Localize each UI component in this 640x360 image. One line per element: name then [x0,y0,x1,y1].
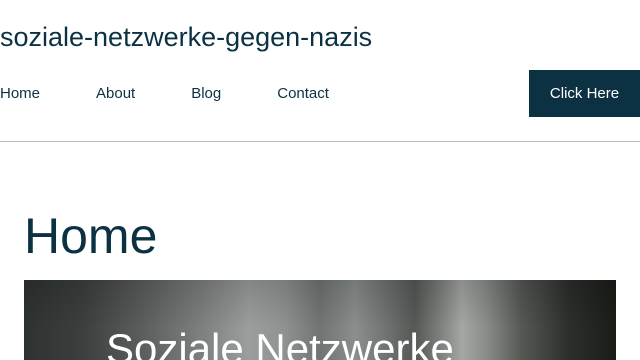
page: soziale-netzwerke-gegen-nazis Home About… [0,0,640,360]
site-title-link[interactable]: soziale-netzwerke-gegen-nazis [0,19,372,55]
main-nav: Home About Blog Contact [0,70,385,116]
page-title: Home [24,208,158,264]
nav-item-contact[interactable]: Contact [277,85,329,102]
nav-item-home[interactable]: Home [0,85,40,102]
hero-banner: Soziale Netzwerke [24,280,616,360]
hero-title: Soziale Netzwerke [106,325,454,360]
site-header: soziale-netzwerke-gegen-nazis Home About… [0,0,640,142]
click-here-button[interactable]: Click Here [529,70,640,117]
nav-item-blog[interactable]: Blog [191,85,221,102]
nav-item-about[interactable]: About [96,85,135,102]
